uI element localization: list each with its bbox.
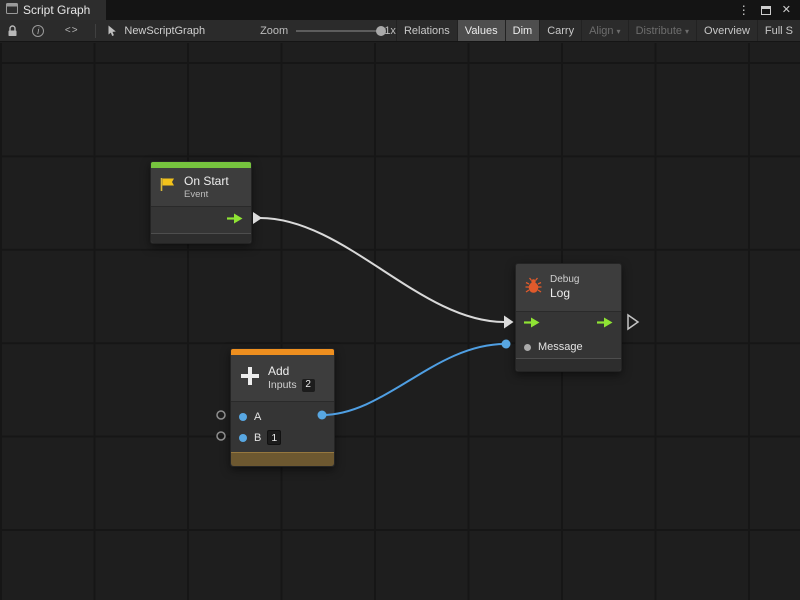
add-port-b-row: B 1 — [231, 427, 334, 448]
log-flow-output-external-connector[interactable] — [628, 315, 638, 329]
graph-canvas[interactable]: On Start Event — [0, 43, 800, 600]
message-port-label: Message — [538, 341, 583, 353]
bug-icon — [524, 277, 543, 299]
log-flow-input-port[interactable] — [504, 316, 514, 329]
message-wire-endpoint[interactable] — [502, 340, 511, 349]
distribute-button[interactable]: Distribute▾ — [628, 20, 696, 41]
log-trigger-row — [516, 312, 621, 336]
log-message-row: Message — [516, 336, 621, 358]
add-title: Add — [268, 364, 315, 379]
node-add[interactable]: Add Inputs 2 A B 1 — [230, 348, 335, 467]
maximize-icon[interactable] — [761, 6, 771, 15]
script-graph-icon — [6, 3, 18, 17]
on-start-flow-output-port[interactable] — [253, 212, 262, 224]
align-button[interactable]: Align▾ — [581, 20, 627, 41]
wire-value-add-to-message[interactable] — [322, 344, 505, 415]
zoom-value: 1x — [384, 25, 396, 37]
window-menu-icon[interactable]: ⋮ — [738, 4, 750, 16]
pointer-icon — [107, 25, 118, 37]
toolbar-buttons: Relations Values Dim Carry Align▾ Distri… — [396, 20, 800, 41]
zoom-slider-handle[interactable] — [376, 26, 386, 36]
values-button[interactable]: Values — [457, 20, 505, 41]
wires-layer — [0, 43, 800, 600]
node-on-start[interactable]: On Start Event — [150, 161, 252, 244]
tab-title: Script Graph — [23, 3, 90, 17]
zoom-slider[interactable] — [296, 24, 379, 38]
on-start-subtitle: Event — [184, 189, 229, 201]
toolbar-divider — [95, 24, 96, 38]
on-start-title: On Start — [184, 174, 229, 189]
overview-button[interactable]: Overview — [696, 20, 757, 41]
on-start-trigger-row — [151, 207, 251, 233]
fullscreen-button[interactable]: Full S — [757, 20, 800, 41]
lock-icon[interactable] — [4, 20, 22, 41]
trigger-out-arrow-icon[interactable] — [597, 315, 613, 333]
window-controls: ⋮ ✕ — [738, 0, 800, 20]
add-inputs-count[interactable]: 2 — [302, 379, 315, 392]
graph-toolbar: i <> NewScriptGraph Zoom 1x Relations Va… — [0, 20, 800, 42]
code-icon[interactable]: <> — [63, 20, 81, 41]
title-bar: Script Graph ⋮ ✕ — [0, 0, 800, 20]
zoom-slider-track[interactable] — [296, 30, 379, 32]
add-inputs-label: Inputs — [268, 379, 297, 392]
port-a-label: A — [254, 411, 261, 423]
flag-icon — [159, 177, 177, 197]
wire-flow-onstart-to-log[interactable] — [260, 218, 504, 322]
port-b-label: B — [254, 432, 261, 444]
zoom-label: Zoom — [260, 25, 288, 37]
info-icon[interactable]: i — [30, 20, 48, 41]
port-b-value-input[interactable]: 1 — [267, 430, 281, 445]
add-sum-output-port[interactable] — [318, 411, 327, 420]
close-icon[interactable]: ✕ — [782, 5, 791, 16]
dim-button[interactable]: Dim — [505, 20, 540, 41]
debug-log-title: Log — [550, 286, 579, 301]
add-footer[interactable] — [231, 452, 334, 466]
debug-log-surtitle: Debug — [550, 274, 579, 287]
carry-button[interactable]: Carry — [539, 20, 581, 41]
add-port-b-external-connector[interactable] — [217, 432, 225, 440]
tab-script-graph[interactable]: Script Graph — [0, 0, 106, 20]
port-a-dot[interactable] — [239, 413, 247, 421]
node-debug-log[interactable]: Debug Log Message — [515, 263, 622, 372]
relations-button[interactable]: Relations — [396, 20, 457, 41]
graph-name[interactable]: NewScriptGraph — [107, 25, 205, 37]
add-port-a-external-connector[interactable] — [217, 411, 225, 419]
trigger-in-arrow-icon[interactable] — [524, 315, 540, 333]
plus-icon — [239, 365, 261, 392]
port-b-dot[interactable] — [239, 434, 247, 442]
on-start-footer — [151, 233, 251, 243]
trigger-arrow-icon[interactable] — [227, 211, 243, 229]
message-port-dot[interactable] — [524, 344, 531, 351]
caret-down-icon: ▾ — [685, 27, 689, 36]
debug-log-footer — [516, 358, 621, 371]
caret-down-icon: ▾ — [617, 27, 621, 36]
